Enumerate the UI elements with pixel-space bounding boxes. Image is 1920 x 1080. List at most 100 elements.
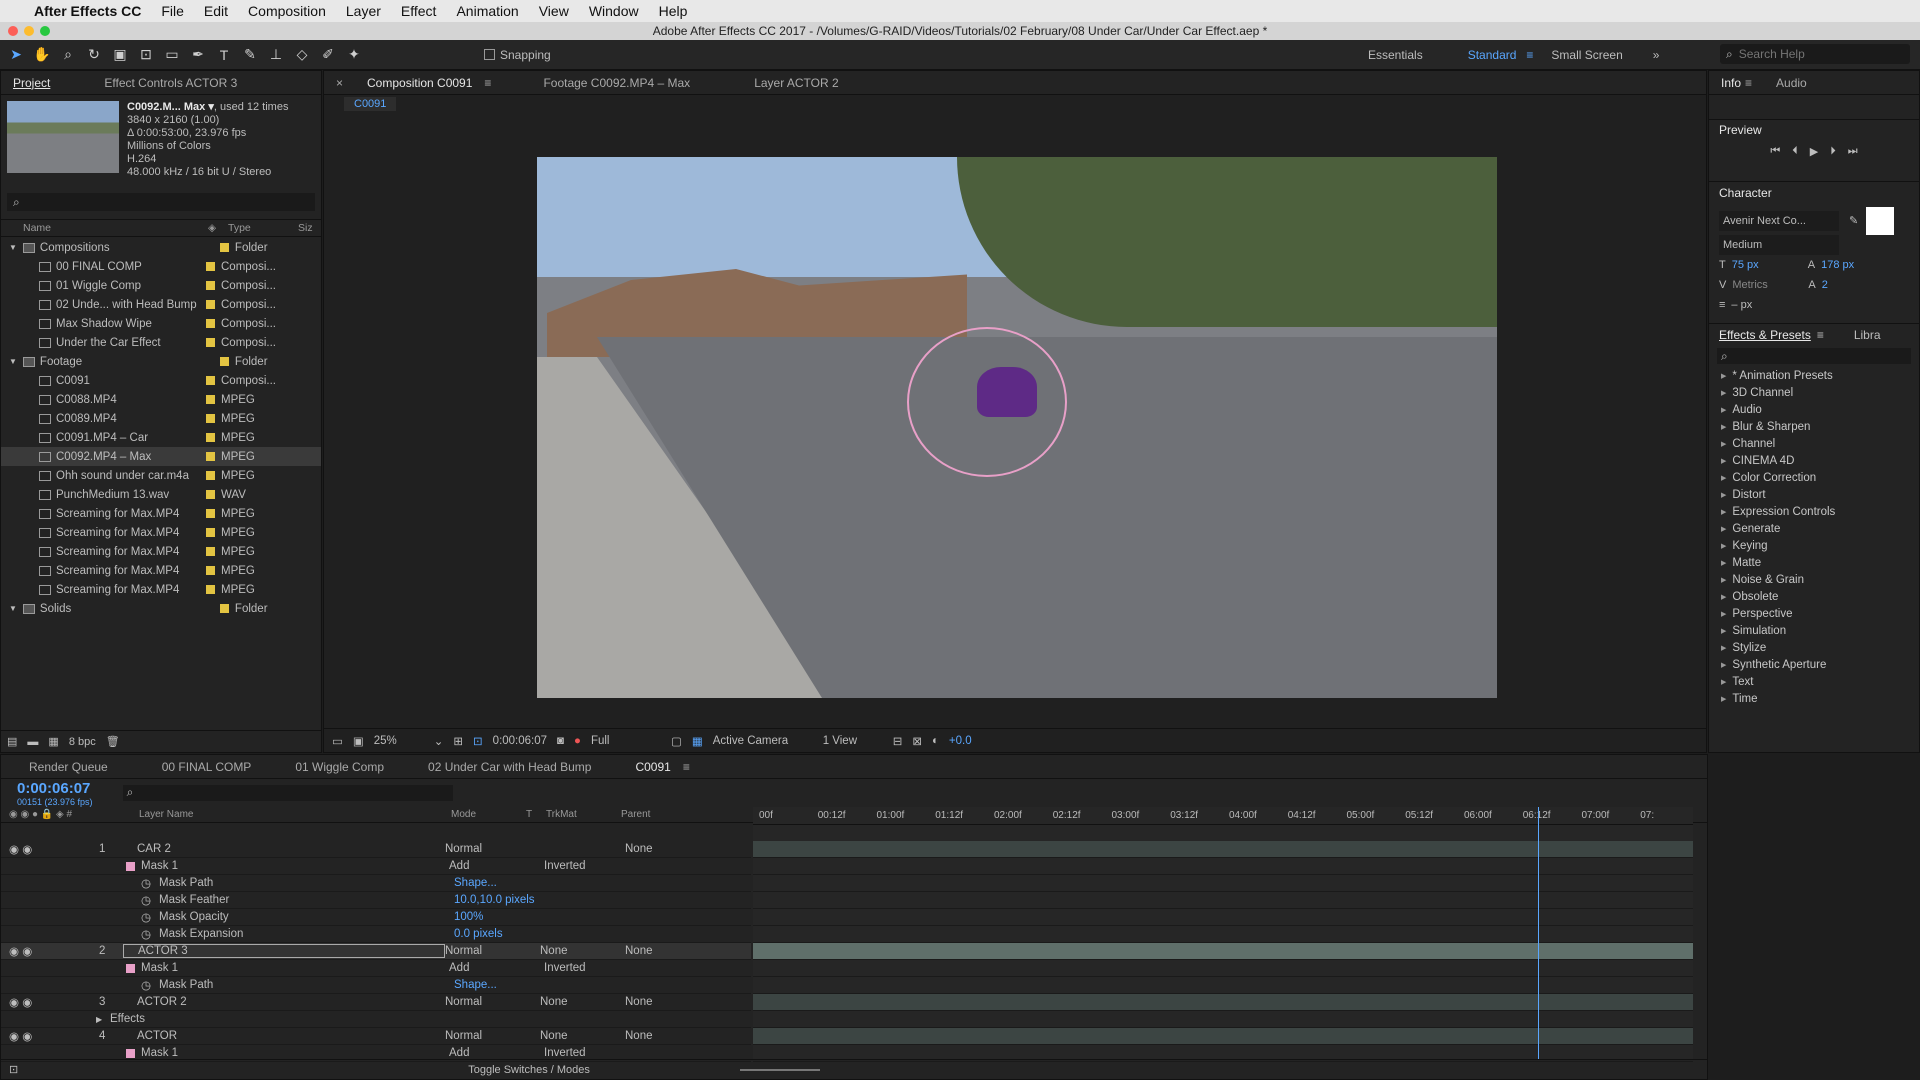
label-swatch[interactable]	[206, 376, 215, 385]
tab-menu-icon[interactable]: ≡	[683, 760, 690, 774]
track-row[interactable]	[753, 1028, 1693, 1045]
effect-category[interactable]: Stylize	[1709, 639, 1919, 656]
workspace-menu-icon[interactable]: ≡	[1526, 48, 1533, 62]
tab-composition[interactable]: Composition C0091	[355, 76, 484, 90]
menu-file[interactable]: File	[161, 3, 184, 19]
layer-parent[interactable]: None	[595, 843, 653, 855]
property-value[interactable]: Shape...	[454, 979, 497, 991]
layer-name[interactable]: CAR 2	[123, 843, 445, 855]
pan-behind-tool-icon[interactable]: ⊡	[136, 45, 156, 65]
label-swatch[interactable]	[206, 414, 215, 423]
layer-search[interactable]: ⌕	[122, 785, 453, 801]
menu-composition[interactable]: Composition	[248, 3, 326, 19]
label-swatch[interactable]	[206, 262, 215, 271]
stopwatch-icon[interactable]: ◷	[141, 978, 159, 992]
menu-help[interactable]: Help	[659, 3, 688, 19]
tab-final-comp[interactable]: 00 FINAL COMP	[150, 760, 264, 774]
menu-animation[interactable]: Animation	[456, 3, 518, 19]
toggle-switches-modes[interactable]: Toggle Switches / Modes	[468, 1064, 590, 1076]
effect-category[interactable]: Distort	[1709, 486, 1919, 503]
track-row[interactable]	[753, 841, 1693, 858]
fill-color-swatch[interactable]	[1866, 207, 1895, 235]
region-icon[interactable]: ▢	[671, 734, 682, 748]
project-item[interactable]: PunchMedium 13.wav WAV	[1, 485, 321, 504]
mask-row[interactable]: Mask 1 Add Inverted	[1, 960, 751, 977]
pen-tool-icon[interactable]: ✒	[188, 45, 208, 65]
label-swatch[interactable]	[206, 281, 215, 290]
play-icon[interactable]: ▶	[1810, 145, 1818, 158]
zoom-window-button[interactable]	[40, 26, 50, 36]
font-family-select[interactable]: Avenir Next Co...	[1719, 211, 1839, 231]
tab-menu-icon[interactable]: ≡	[1817, 328, 1824, 342]
label-swatch[interactable]	[206, 509, 215, 518]
layer-mode[interactable]: Normal	[445, 1030, 520, 1042]
label-swatch[interactable]	[206, 452, 215, 461]
views-select[interactable]: 1 View	[823, 735, 883, 747]
property-value[interactable]: Shape...	[454, 877, 497, 889]
effect-category[interactable]: Obsolete	[1709, 588, 1919, 605]
mask-inverted[interactable]: Inverted	[524, 860, 586, 872]
effect-category[interactable]: Matte	[1709, 554, 1919, 571]
column-t[interactable]: T	[526, 809, 546, 820]
effect-category[interactable]: Expression Controls	[1709, 503, 1919, 520]
mask-inverted[interactable]: Inverted	[524, 1047, 586, 1059]
label-swatch[interactable]	[206, 490, 215, 499]
effect-category[interactable]: Channel	[1709, 435, 1919, 452]
footage-name[interactable]: C0092.M... Max ▾	[127, 101, 214, 113]
menu-edit[interactable]: Edit	[204, 3, 228, 19]
selection-tool-icon[interactable]: ➤	[6, 45, 26, 65]
zoom-tool-icon[interactable]: ⌕	[58, 45, 78, 65]
column-size[interactable]: Siz	[298, 222, 313, 234]
chevron-down-icon[interactable]: ⌄	[434, 734, 444, 748]
disclosure-triangle-icon[interactable]: ▶	[96, 1015, 110, 1024]
stopwatch-icon[interactable]: ◷	[141, 910, 159, 924]
flowchart-icon[interactable]: ⊠	[912, 734, 922, 748]
label-swatch[interactable]	[219, 357, 229, 366]
layer-parent[interactable]: None	[595, 1030, 653, 1042]
fit-icon[interactable]: ⊞	[453, 734, 463, 748]
tab-info[interactable]: Info	[1717, 76, 1745, 90]
grid-icon[interactable]: ⊡	[473, 734, 483, 748]
track-row[interactable]	[753, 994, 1693, 1011]
track-row[interactable]	[753, 1011, 1693, 1028]
always-preview-icon[interactable]: ▭	[332, 734, 343, 748]
roto-brush-tool-icon[interactable]: ✐	[318, 45, 338, 65]
puppet-tool-icon[interactable]: ✦	[344, 45, 364, 65]
layer-parent[interactable]: None	[595, 945, 653, 957]
disclosure-triangle-icon[interactable]: ▼	[9, 357, 17, 366]
project-folder[interactable]: ▼ Solids Folder	[1, 599, 321, 618]
tab-under-car-head-bump[interactable]: 02 Under Car with Head Bump	[416, 760, 603, 774]
monitor-icon[interactable]: ▣	[353, 734, 364, 748]
snapping-checkbox[interactable]	[484, 49, 495, 60]
layer-row[interactable]: ◉ ◉ 2 ACTOR 3 Normal None None	[1, 943, 751, 960]
effect-category[interactable]: 3D Channel	[1709, 384, 1919, 401]
trash-icon[interactable]: 🗑	[106, 735, 120, 748]
layer-name[interactable]: ACTOR 2	[123, 996, 445, 1008]
tracking-value[interactable]: 2	[1822, 275, 1828, 295]
project-item[interactable]: Under the Car Effect Composi...	[1, 333, 321, 352]
mask-mode[interactable]: Add	[449, 962, 524, 974]
mask-color-swatch[interactable]	[126, 963, 135, 973]
label-swatch[interactable]	[206, 319, 215, 328]
eye-icon[interactable]: ◉ ◉	[9, 995, 99, 1009]
menu-layer[interactable]: Layer	[346, 3, 381, 19]
column-parent[interactable]: Parent	[621, 809, 650, 820]
stroke-width-value[interactable]: – px	[1731, 295, 1752, 315]
project-folder[interactable]: ▼ Footage Folder	[1, 352, 321, 371]
project-item[interactable]: Screaming for Max.MP4 MPEG	[1, 561, 321, 580]
project-item[interactable]: 01 Wiggle Comp Composi...	[1, 276, 321, 295]
next-frame-icon[interactable]: ⏵	[1830, 145, 1836, 158]
prev-frame-icon[interactable]: ⏴	[1792, 145, 1798, 158]
current-time[interactable]: 0:00:06:07	[493, 735, 547, 747]
snapshot-icon[interactable]: ◙	[557, 735, 564, 747]
tab-effect-controls[interactable]: Effect Controls ACTOR 3	[92, 76, 249, 90]
effect-category[interactable]: Perspective	[1709, 605, 1919, 622]
composition-frame[interactable]	[537, 157, 1497, 698]
stopwatch-icon[interactable]: ◷	[141, 893, 159, 907]
menu-window[interactable]: Window	[589, 3, 639, 19]
tab-render-queue[interactable]: Render Queue	[17, 760, 120, 774]
disclosure-triangle-icon[interactable]: ▼	[9, 243, 17, 252]
kerning-value[interactable]: Metrics	[1732, 275, 1802, 295]
transparency-icon[interactable]: ▦	[692, 734, 703, 748]
menu-view[interactable]: View	[539, 3, 569, 19]
